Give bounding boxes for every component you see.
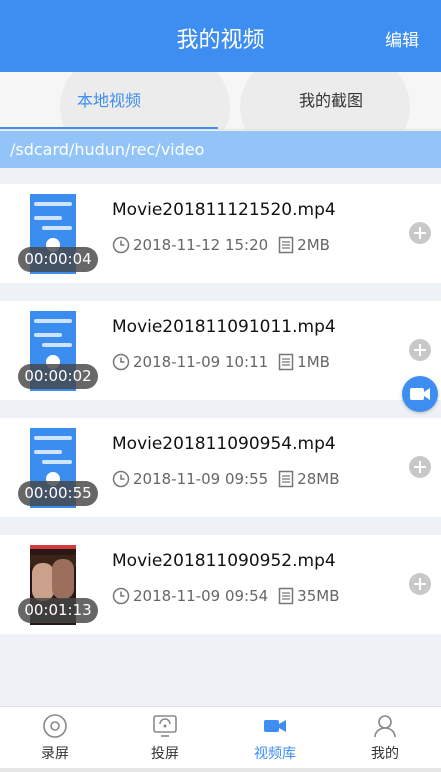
clock-icon <box>112 587 130 605</box>
video-camera-icon <box>410 388 430 400</box>
video-filename: Movie201811090954.mp4 <box>112 434 336 454</box>
video-filename: Movie201811091011.mp4 <box>112 317 336 337</box>
video-date: 2018-11-09 09:54 <box>133 587 269 605</box>
nav-cast[interactable]: 投屏 <box>110 707 220 769</box>
cast-icon <box>153 715 177 737</box>
video-size: 2MB <box>297 236 330 254</box>
video-size: 35MB <box>297 587 340 605</box>
file-size-icon <box>278 587 294 605</box>
video-filename: Movie201811090952.mp4 <box>112 551 336 571</box>
nav-label: 投屏 <box>151 746 179 762</box>
app-header: 我的视频 编辑 <box>0 0 441 72</box>
video-duration: 00:00:55 <box>18 481 98 506</box>
clock-icon <box>112 236 130 254</box>
tab-local-videos[interactable]: 本地视频 <box>0 72 218 129</box>
folder-path: /sdcard/hudun/rec/video <box>0 131 441 168</box>
video-meta: 2018-11-12 15:20 2MB <box>112 234 330 256</box>
add-icon[interactable] <box>409 339 431 361</box>
video-list-item[interactable]: 00:01:13 Movie201811090952.mp4 2018-11-0… <box>0 535 441 634</box>
video-duration: 00:00:02 <box>18 364 98 389</box>
clock-icon <box>112 353 130 371</box>
video-meta: 2018-11-09 10:11 1MB <box>112 351 330 373</box>
video-duration: 00:01:13 <box>18 598 98 623</box>
video-list-item[interactable]: 00:00:55 Movie201811090954.mp4 2018-11-0… <box>0 418 441 517</box>
profile-icon <box>374 715 396 738</box>
video-duration: 00:00:04 <box>18 247 98 272</box>
add-icon[interactable] <box>409 456 431 478</box>
record-icon <box>43 714 67 738</box>
video-list-item[interactable]: 00:00:04 Movie201811121520.mp4 2018-11-1… <box>0 184 441 283</box>
video-date: 2018-11-09 10:11 <box>133 353 269 371</box>
page-title: 我的视频 <box>176 28 265 53</box>
clock-icon <box>112 470 130 488</box>
tab-my-screenshots[interactable]: 我的截图 <box>222 72 440 129</box>
nav-label: 视频库 <box>254 746 296 762</box>
video-library-icon <box>264 720 286 732</box>
video-date: 2018-11-12 15:20 <box>133 236 269 254</box>
nav-video-library[interactable]: 视频库 <box>220 707 330 771</box>
nav-label: 录屏 <box>41 746 69 762</box>
add-icon[interactable] <box>409 222 431 244</box>
add-icon[interactable] <box>409 573 431 595</box>
file-size-icon <box>278 470 294 488</box>
nav-label: 我的 <box>371 746 399 762</box>
edit-button[interactable]: 编辑 <box>385 26 419 51</box>
tab-bar: 本地视频 我的截图 <box>0 72 441 130</box>
video-size: 1MB <box>297 353 330 371</box>
video-meta: 2018-11-09 09:54 35MB <box>112 585 340 607</box>
video-meta: 2018-11-09 09:55 28MB <box>112 468 340 490</box>
system-bottom-strip <box>0 768 441 772</box>
video-date: 2018-11-09 09:55 <box>133 470 269 488</box>
file-size-icon <box>278 353 294 371</box>
video-size: 28MB <box>297 470 340 488</box>
bottom-navigation: 录屏 投屏 视频库 我的 <box>0 706 441 772</box>
floating-record-button[interactable] <box>402 376 438 412</box>
video-list-item[interactable]: 00:00:02 Movie201811091011.mp4 2018-11-0… <box>0 301 441 400</box>
file-size-icon <box>278 236 294 254</box>
nav-record[interactable]: 录屏 <box>0 707 110 769</box>
nav-profile[interactable]: 我的 <box>330 707 440 769</box>
video-filename: Movie201811121520.mp4 <box>112 200 336 220</box>
